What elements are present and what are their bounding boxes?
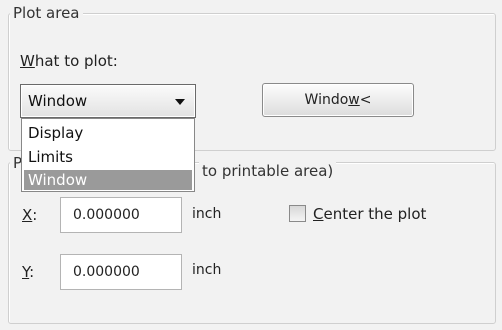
what-to-plot-options-list: Display Limits Window <box>21 118 195 192</box>
y-offset-label: Y: <box>22 263 35 281</box>
option-display[interactable]: Display <box>24 123 192 143</box>
window-pick-button[interactable]: Window< <box>262 83 414 117</box>
plot-offset-title-suffix: to printable area) <box>199 162 337 180</box>
option-limits[interactable]: Limits <box>24 147 192 167</box>
y-unit-label: inch <box>192 262 222 278</box>
plot-area-title: Plot area <box>10 4 83 22</box>
what-to-plot-dropdown[interactable]: Window <box>20 84 196 118</box>
x-unit-label: inch <box>192 206 222 222</box>
center-the-plot-label[interactable]: Center the plot <box>313 205 426 223</box>
y-offset-input[interactable]: 0.000000 <box>60 254 182 290</box>
chevron-down-icon[interactable] <box>175 99 185 105</box>
plot-dialog-panel: Plot area What to plot: Window Window< P… <box>0 0 502 330</box>
option-window[interactable]: Window <box>24 170 192 190</box>
what-to-plot-selected: Window <box>28 92 88 110</box>
x-offset-input[interactable]: 0.000000 <box>60 197 182 233</box>
x-offset-label: X: <box>22 206 38 224</box>
what-to-plot-label: What to plot: <box>20 52 118 70</box>
window-pick-button-label: Window< <box>304 92 372 108</box>
center-the-plot-checkbox[interactable] <box>289 205 306 222</box>
